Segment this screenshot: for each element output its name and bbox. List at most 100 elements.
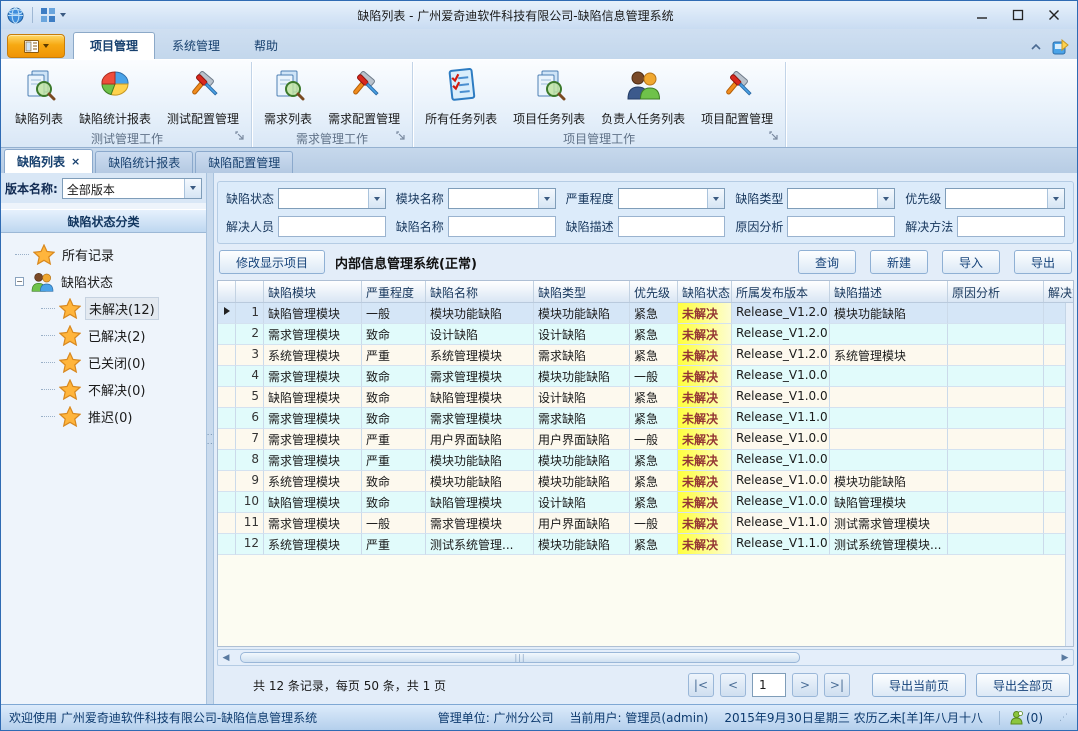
filter-input[interactable] [278, 216, 386, 237]
cell-priority: 一般 [630, 366, 678, 387]
prev-page-button[interactable]: < [720, 673, 746, 697]
column-header[interactable]: 缺陷描述 [830, 281, 948, 302]
table-row[interactable]: 12系统管理模块严重测试系统管理...模块功能缺陷紧急未解决Release_V1… [218, 534, 1073, 555]
table-row[interactable]: 8需求管理模块严重模块功能缺陷模块功能缺陷紧急未解决Release_V1.0.0 [218, 450, 1073, 471]
column-header[interactable]: 缺陷模块 [264, 281, 362, 302]
table-horizontal-scrollbar[interactable]: ◀ ||| ▶ [217, 649, 1074, 666]
column-header[interactable]: 解决方法 [1044, 281, 1074, 302]
table-row[interactable]: 1缺陷管理模块一般模块功能缺陷模块功能缺陷紧急未解决Release_V1.2.0… [218, 303, 1073, 324]
ribbon-button-label: 负责人任务列表 [601, 110, 685, 127]
ribbon-button[interactable]: 缺陷统计报表 [73, 64, 157, 129]
version-combobox[interactable]: 全部版本 [62, 178, 202, 199]
cell-priority: 紧急 [630, 345, 678, 366]
table-row[interactable]: 6需求管理模块致命需求管理模块需求缺陷紧急未解决Release_V1.1.0 [218, 408, 1073, 429]
export-all-pages-button[interactable]: 导出全部页 [976, 673, 1070, 697]
ribbon-button[interactable]: 需求列表 [258, 64, 318, 129]
row-selector-cell [218, 534, 236, 555]
scrollbar-thumb[interactable]: ||| [240, 652, 800, 663]
cell-desc [830, 366, 948, 387]
last-page-button[interactable]: >| [824, 673, 850, 697]
minimize-button[interactable] [965, 4, 999, 26]
quick-access-grid-icon[interactable] [41, 8, 55, 22]
column-header[interactable]: 缺陷名称 [426, 281, 534, 302]
filter-combobox[interactable] [945, 188, 1065, 209]
ribbon-button[interactable]: 项目任务列表 [507, 64, 591, 129]
tree-item-2[interactable]: −缺陷状态 [15, 268, 206, 295]
scroll-right-arrow-icon[interactable]: ▶ [1057, 650, 1073, 665]
first-page-button[interactable]: |< [688, 673, 714, 697]
tree-expander-icon[interactable]: − [15, 277, 24, 286]
cell-desc: 模块功能缺陷 [830, 303, 948, 324]
doc-tab-3[interactable]: 缺陷配置管理 [195, 151, 293, 173]
column-header[interactable]: 原因分析 [948, 281, 1044, 302]
table-row[interactable]: 2需求管理模块致命设计缺陷设计缺陷紧急未解决Release_V1.2.0 [218, 324, 1073, 345]
column-header[interactable]: 优先级 [630, 281, 678, 302]
ribbon-button[interactable]: 项目配置管理 [695, 64, 779, 129]
table-row[interactable]: 5缺陷管理模块致命缺陷管理模块设计缺陷紧急未解决Release_V1.0.0 [218, 387, 1073, 408]
filter-input[interactable] [957, 216, 1065, 237]
export-button[interactable]: 导出 [1014, 250, 1072, 274]
application-menu-button[interactable] [7, 34, 65, 58]
maximize-button[interactable] [1001, 4, 1035, 26]
table-row[interactable]: 9系统管理模块致命模块功能缺陷模块功能缺陷紧急未解决Release_V1.0.0… [218, 471, 1073, 492]
column-header[interactable]: 缺陷状态 [678, 281, 732, 302]
new-button[interactable]: 新建 [870, 250, 928, 274]
ribbon-tab-2[interactable]: 系统管理 [155, 32, 237, 59]
ribbon-button[interactable]: 需求配置管理 [322, 64, 406, 129]
filter-input[interactable] [448, 216, 556, 237]
import-button[interactable]: 导入 [942, 250, 1000, 274]
dialog-launcher-icon[interactable] [769, 130, 779, 144]
table-row[interactable]: 4需求管理模块致命需求管理模块模块功能缺陷一般未解决Release_V1.0.0 [218, 366, 1073, 387]
resize-grip[interactable]: ⋰ [1059, 713, 1069, 723]
app-logo-globe-icon[interactable] [7, 7, 24, 24]
page-number-input[interactable] [752, 673, 786, 697]
ribbon-collapse-chevron-icon[interactable] [1030, 43, 1042, 51]
ribbon-button[interactable]: 所有任务列表 [419, 64, 503, 129]
doc-tab-2[interactable]: 缺陷统计报表 [95, 151, 193, 173]
tree-item-4[interactable]: 已解决(2) [41, 322, 206, 349]
cell-desc [830, 387, 948, 408]
ribbon-button[interactable]: 负责人任务列表 [595, 64, 691, 129]
export-current-page-button[interactable]: 导出当前页 [872, 673, 966, 697]
filter-input[interactable] [787, 216, 895, 237]
column-header[interactable]: 严重程度 [362, 281, 426, 302]
search-button[interactable]: 查询 [798, 250, 856, 274]
filter-combobox[interactable] [787, 188, 895, 209]
cell-cause [948, 345, 1044, 366]
cell-release: Release_V1.0.0 [732, 429, 830, 450]
close-button[interactable] [1037, 4, 1071, 26]
filter-combobox[interactable] [278, 188, 386, 209]
table-row[interactable]: 11需求管理模块一般需求管理模块用户界面缺陷一般未解决Release_V1.1.… [218, 513, 1073, 534]
ribbon-button[interactable]: 缺陷列表 [9, 64, 69, 129]
filter-combobox[interactable] [618, 188, 726, 209]
tree-item-3[interactable]: 未解决(12) [41, 295, 206, 322]
tree-connector [41, 389, 55, 390]
ribbon-tab-1[interactable]: 项目管理 [73, 32, 155, 59]
ribbon-button[interactable]: 测试配置管理 [161, 64, 245, 129]
doc-tab-1[interactable]: 缺陷列表× [4, 149, 93, 173]
tree-item-1[interactable]: 所有记录 [15, 241, 206, 268]
message-indicator[interactable]: (0) [999, 711, 1043, 725]
tree-item-6[interactable]: 不解决(0) [41, 376, 206, 403]
table-row[interactable]: 10缺陷管理模块致命缺陷管理模块设计缺陷紧急未解决Release_V1.0.0缺… [218, 492, 1073, 513]
ribbon-tab-3[interactable]: 帮助 [237, 32, 295, 59]
modify-display-items-button[interactable]: 修改显示项目 [219, 250, 325, 274]
close-icon[interactable]: × [71, 155, 80, 168]
dialog-launcher-icon[interactable] [396, 130, 406, 144]
tree-item-5[interactable]: 已关闭(0) [41, 349, 206, 376]
table-row[interactable]: 7需求管理模块严重用户界面缺陷用户界面缺陷一般未解决Release_V1.0.0 [218, 429, 1073, 450]
doc-tab-label: 缺陷统计报表 [108, 154, 180, 171]
filter-input[interactable] [618, 216, 726, 237]
tree-item-7[interactable]: 推迟(0) [41, 403, 206, 430]
dialog-launcher-icon[interactable] [235, 130, 245, 144]
table-row[interactable]: 3系统管理模块严重系统管理模块需求缺陷紧急未解决Release_V1.2.0系统… [218, 345, 1073, 366]
filter-combobox[interactable] [448, 188, 556, 209]
ribbon-style-icon[interactable] [1052, 39, 1069, 55]
cell-type: 模块功能缺陷 [534, 534, 630, 555]
column-header[interactable]: 所属发布版本 [732, 281, 830, 302]
scroll-left-arrow-icon[interactable]: ◀ [218, 650, 234, 665]
next-page-button[interactable]: > [792, 673, 818, 697]
column-header[interactable]: 缺陷类型 [534, 281, 630, 302]
sidebar-splitter[interactable]: ⋮⋮ [207, 173, 214, 704]
table-vertical-scrollbar[interactable] [1065, 303, 1073, 646]
